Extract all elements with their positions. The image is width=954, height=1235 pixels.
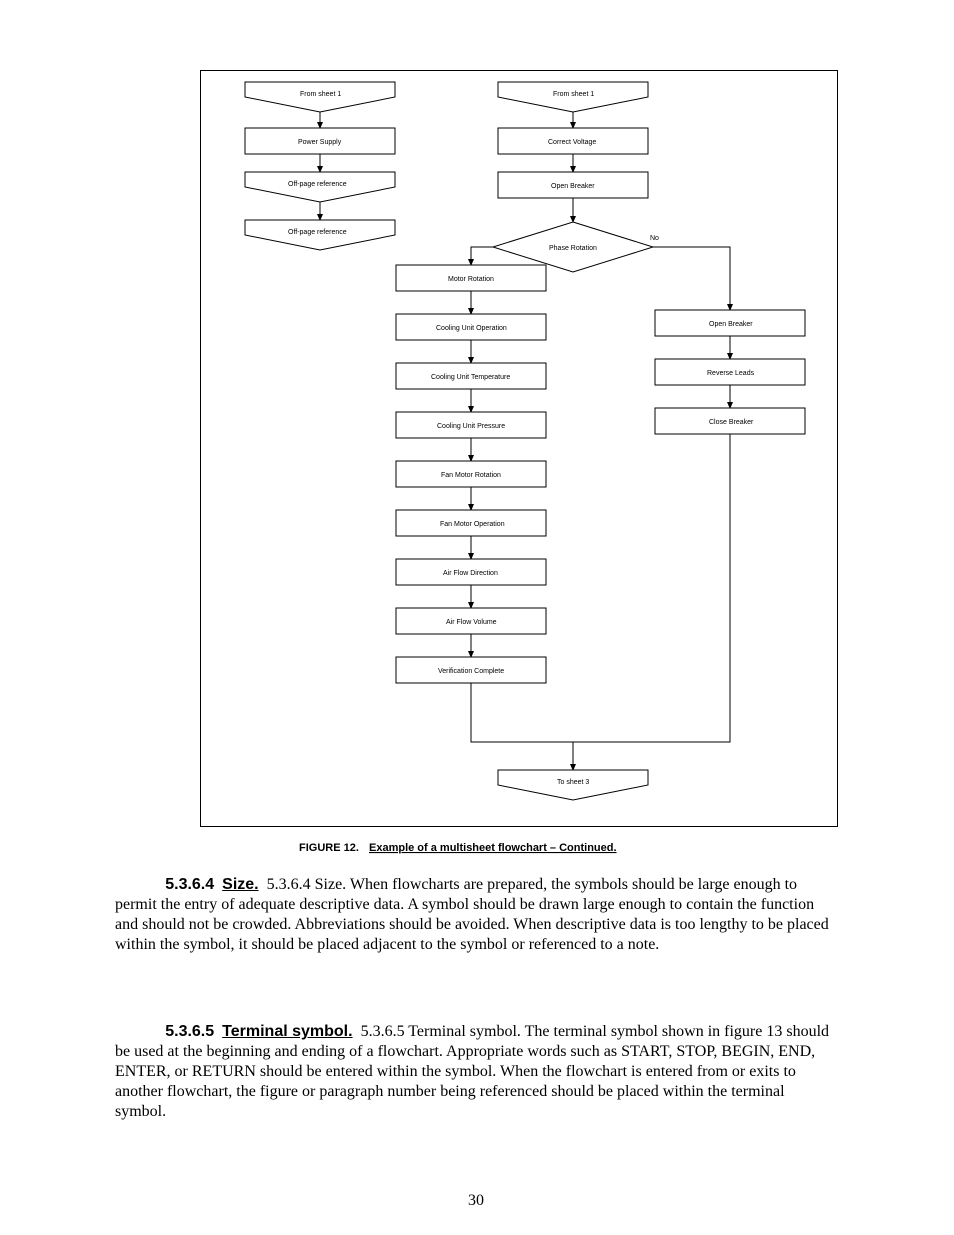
- yes-step-7: Air Flow Volume: [396, 608, 546, 634]
- yes-step-8: Verification Complete: [396, 657, 546, 683]
- svg-text:Phase Rotation: Phase Rotation: [549, 245, 597, 252]
- svg-text:To sheet 3: To sheet 3: [557, 779, 589, 786]
- left-offpage-2: Off-page reference: [245, 220, 395, 250]
- exit-offpage: To sheet 3: [498, 770, 648, 800]
- yes-step-2: Cooling Unit Temperature: [396, 363, 546, 389]
- paragraph-5-3-6-4: XXXX 5.3.6.4 Size. 5.3.6.4 Size. When fl…: [115, 875, 835, 1025]
- svg-text:Cooling Unit Operation: Cooling Unit Operation: [436, 325, 507, 332]
- right-step-1: Correct Voltage: [498, 128, 648, 154]
- svg-text:Reverse Leads: Reverse Leads: [707, 370, 755, 377]
- decision-no-label: No: [650, 235, 659, 242]
- svg-text:Air Flow Volume: Air Flow Volume: [446, 619, 497, 626]
- left-entry: From sheet 1: [245, 82, 395, 112]
- no-step-0: Open Breaker: [655, 310, 805, 336]
- svg-text:Air Flow Direction: Air Flow Direction: [443, 570, 498, 577]
- svg-text:Correct Voltage: Correct Voltage: [548, 139, 596, 146]
- page-number: 30: [468, 1192, 484, 1209]
- left-offpage-1: Off-page reference: [245, 172, 395, 202]
- figure-title: Example of a multisheet flowchart – Cont…: [369, 842, 617, 854]
- svg-text:Motor Rotation: Motor Rotation: [448, 276, 494, 283]
- right-step-2: Open Breaker: [498, 172, 648, 198]
- svg-text:Fan Motor Rotation: Fan Motor Rotation: [441, 472, 501, 479]
- svg-text:Off-page reference: Off-page reference: [288, 229, 347, 236]
- right-entry: From sheet 1: [498, 82, 648, 112]
- yes-step-0: Motor Rotation: [396, 265, 546, 291]
- paragraph-5-3-6-5: XXXX 5.3.6.5 Terminal symbol. 5.3.6.5 Te…: [115, 1022, 835, 1172]
- flowchart-svg: From sheet 1 Power Supply Off-page refer…: [0, 0, 954, 1235]
- yes-step-4: Fan Motor Rotation: [396, 461, 546, 487]
- svg-text:Verification Complete: Verification Complete: [438, 668, 504, 675]
- svg-text:Open Breaker: Open Breaker: [551, 183, 595, 190]
- svg-text:Power Supply: Power Supply: [298, 139, 342, 146]
- svg-text:From sheet 1: From sheet 1: [553, 91, 594, 98]
- yes-step-3: Cooling Unit Pressure: [396, 412, 546, 438]
- no-step-1: Reverse Leads: [655, 359, 805, 385]
- left-step-1: Power Supply: [245, 128, 395, 154]
- svg-text:Fan Motor Operation: Fan Motor Operation: [440, 521, 505, 528]
- yes-step-1: Cooling Unit Operation: [396, 314, 546, 340]
- svg-text:Cooling Unit Pressure: Cooling Unit Pressure: [437, 423, 505, 430]
- no-step-2: Close Breaker: [655, 408, 805, 434]
- yes-step-5: Fan Motor Operation: [396, 510, 546, 536]
- svg-text:Off-page reference: Off-page reference: [288, 181, 347, 188]
- figure-label: FIGURE 12.: [299, 842, 359, 854]
- svg-text:Cooling Unit Temperature: Cooling Unit Temperature: [431, 374, 510, 381]
- svg-text:Close Breaker: Close Breaker: [709, 419, 754, 426]
- yes-step-6: Air Flow Direction: [396, 559, 546, 585]
- svg-text:Open Breaker: Open Breaker: [709, 321, 753, 328]
- svg-text:From sheet 1: From sheet 1: [300, 91, 341, 98]
